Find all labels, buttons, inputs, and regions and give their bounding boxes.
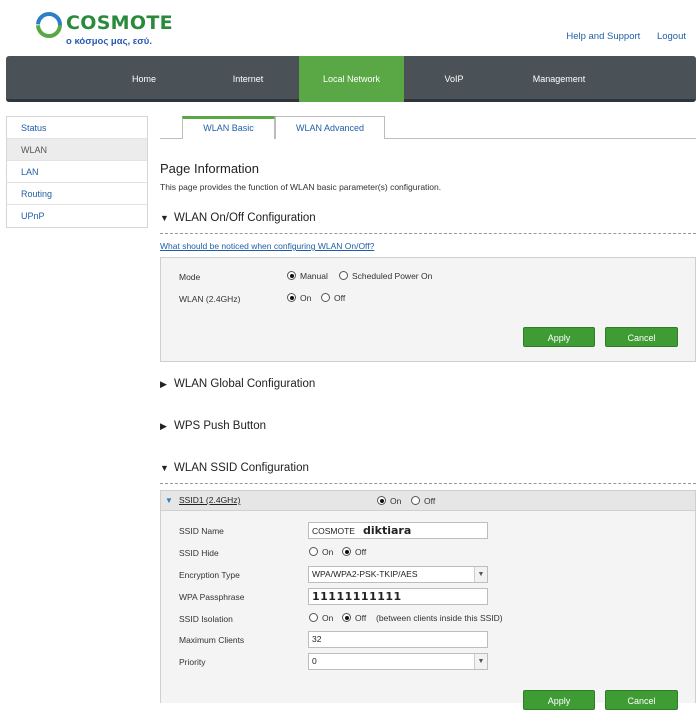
nav-management[interactable]: Management [514,56,604,102]
wlan-off-option[interactable]: Off [321,293,345,303]
radio-icon[interactable] [309,547,318,556]
section-wps[interactable]: ▶ WPS Push Button [160,420,696,442]
sidebar-item-routing[interactable]: Routing [7,183,147,205]
select-value: WPA/WPA2-PSK-TKIP/AES [312,569,418,579]
ssid-name-prefix: COSMOTE [312,526,355,536]
ssid-name-input[interactable]: COSMOTE diktiara [308,522,488,539]
radio-icon[interactable] [287,271,296,280]
option-label: On [322,613,334,623]
help-support-link[interactable]: Help and Support [566,31,640,42]
wlan-onoff-help-link[interactable]: What should be noticed when configuring … [160,241,374,251]
radio-icon[interactable] [342,547,351,556]
page-title: Page Information [160,161,260,176]
chevron-down-icon: ▼ [474,567,487,582]
section-title: WPS Push Button [174,420,267,432]
ssid1-off-option[interactable]: Off [411,496,435,506]
ssid-hide-off-option[interactable]: Off [342,547,366,557]
wlan-onoff-panel: Mode Manual Scheduled Power On WLAN (2.4… [160,257,696,362]
option-label: Off [334,293,346,303]
section-wlan-onoff[interactable]: ▼ WLAN On/Off Configuration [160,212,696,234]
main-nav: Home Internet Local Network VoIP Managem… [6,56,696,102]
tab-wlan-advanced[interactable]: WLAN Advanced [275,116,385,139]
priority-label: Priority [179,657,206,667]
radio-icon[interactable] [339,271,348,280]
sidebar-item-wlan[interactable]: WLAN [7,139,147,161]
radio-icon[interactable] [287,293,296,302]
option-label: Off [355,613,367,623]
ssid-isolation-label: SSID Isolation [179,614,233,624]
section-title: WLAN On/Off Configuration [174,212,316,224]
logout-link[interactable]: Logout [657,31,686,42]
wpa-passphrase-input[interactable]: 11111111111 [308,588,488,605]
cosmote-logo-icon [36,12,62,38]
collapse-arrow-icon: ▼ [160,213,169,223]
brand-tagline: ο κόσμος μας, εσύ. [66,36,152,47]
page-description: This page provides the function of WLAN … [160,182,442,192]
max-clients-input[interactable]: 32 [308,631,488,648]
top-links: Help and Support Logout [552,31,686,42]
radio-icon[interactable] [342,613,351,622]
option-label: Manual [300,271,328,281]
option-label: Scheduled Power On [352,271,433,281]
radio-icon[interactable] [309,613,318,622]
radio-icon[interactable] [321,293,330,302]
wpa-passphrase-label: WPA Passphrase [179,592,245,602]
ssid-hide-on-option[interactable]: On [309,547,333,557]
sidebar: Status WLAN LAN Routing UPnP [6,116,148,228]
radio-icon[interactable] [377,496,386,505]
wlan-24ghz-label: WLAN (2.4GHz) [179,294,241,304]
option-label: On [300,293,312,303]
option-label: On [390,496,402,506]
priority-select[interactable]: 0 ▼ [308,653,488,670]
mode-scheduled-option[interactable]: Scheduled Power On [339,271,432,281]
nav-home[interactable]: Home [106,56,182,102]
nav-voip[interactable]: VoIP [416,56,492,102]
expand-arrow-icon: ▶ [160,379,167,389]
brand-name: COSMOTE [66,12,173,34]
nav-internet[interactable]: Internet [208,56,288,102]
sidebar-item-upnp[interactable]: UPnP [7,205,147,227]
radio-icon[interactable] [411,496,420,505]
mode-manual-option[interactable]: Manual [287,271,328,281]
ssid-apply-button[interactable]: Apply [523,690,595,710]
ssid-name-suffix: diktiara [362,524,412,537]
encryption-type-select[interactable]: WPA/WPA2-PSK-TKIP/AES ▼ [308,566,488,583]
section-title: WLAN SSID Configuration [174,462,309,474]
cosmote-logo: COSMOTE ο κόσμος μας, εσύ. [36,10,173,50]
sidebar-item-lan[interactable]: LAN [7,161,147,183]
select-value: 0 [312,656,317,666]
ssid-cancel-button[interactable]: Cancel [605,690,678,710]
encryption-type-label: Encryption Type [179,570,240,580]
section-wlan-global[interactable]: ▶ WLAN Global Configuration [160,378,696,400]
chevron-down-icon: ▼ [474,654,487,669]
apply-button[interactable]: Apply [523,327,595,347]
ssid-isolation-note: (between clients inside this SSID) [376,613,503,623]
max-clients-label: Maximum Clients [179,635,245,645]
tab-wlan-basic[interactable]: WLAN Basic [182,116,275,139]
ssid1-header: ▼ SSID1 (2.4GHz) On Off [161,491,695,511]
collapse-arrow-icon: ▼ [160,463,169,473]
sidebar-item-status[interactable]: Status [7,117,147,139]
option-label: On [322,547,334,557]
nav-local-network[interactable]: Local Network [299,56,404,102]
option-label: Off [355,547,367,557]
ssid-hide-label: SSID Hide [179,548,219,558]
ssid1-on-option[interactable]: On [377,496,401,506]
ssid1-name-link[interactable]: SSID1 (2.4GHz) [179,495,240,505]
expand-triangle-icon[interactable]: ▼ [165,496,173,505]
section-title: WLAN Global Configuration [174,378,316,390]
ssid-name-label: SSID Name [179,526,224,536]
expand-arrow-icon: ▶ [160,421,167,431]
wlan-on-option[interactable]: On [287,293,311,303]
cancel-button[interactable]: Cancel [605,327,678,347]
ssid-isolation-off-option[interactable]: Off [342,613,366,623]
option-label: Off [424,496,436,506]
ssid-isolation-on-option[interactable]: On [309,613,333,623]
mode-label: Mode [179,272,201,282]
section-wlan-ssid[interactable]: ▼ WLAN SSID Configuration [160,462,696,484]
